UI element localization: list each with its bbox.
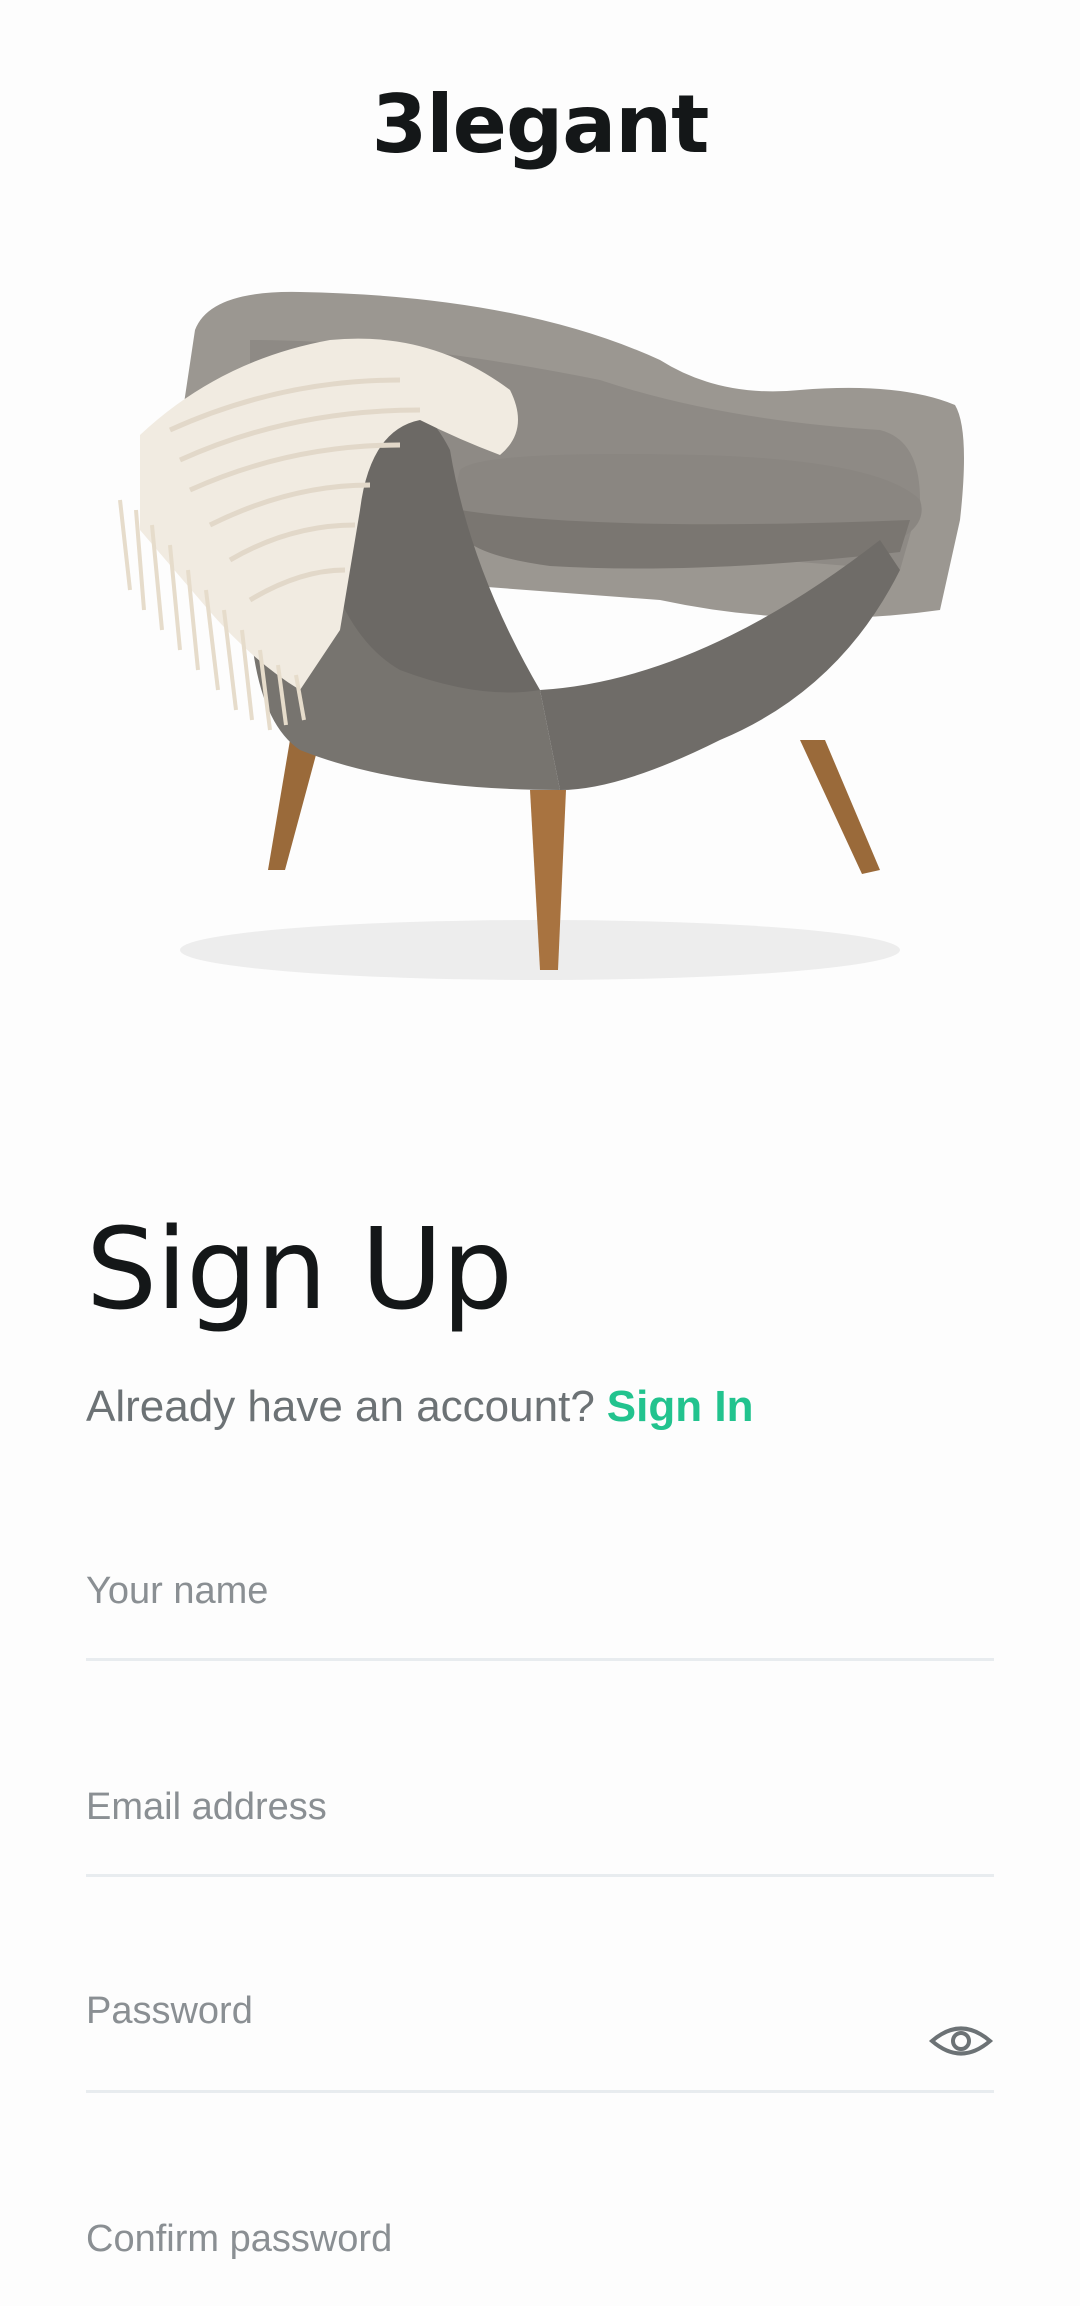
email-field [86,1786,994,1877]
sign-in-link[interactable]: Sign In [607,1382,754,1431]
sign-in-prompt: Already have an account? Sign In [86,1382,753,1432]
armchair-illustration [118,291,964,980]
password-field [86,1990,994,2093]
confirm-password-input[interactable] [86,2218,994,2261]
email-input[interactable] [86,1786,994,1829]
eye-icon[interactable] [928,2008,994,2074]
password-input[interactable] [86,1990,886,2033]
sign-in-prompt-text: Already have an account? [86,1382,595,1431]
name-input[interactable] [86,1570,994,1613]
hero-armchair-image [100,270,980,990]
name-field [86,1570,994,1661]
page-title: Sign Up [86,1205,513,1335]
brand-logo: 3legant [371,78,710,171]
confirm-password-field [86,2218,994,2306]
